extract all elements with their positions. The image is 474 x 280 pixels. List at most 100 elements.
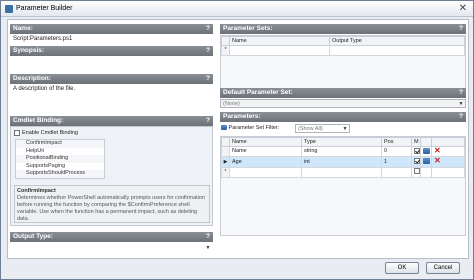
window-title: Parameter Builder bbox=[16, 5, 73, 12]
parameter-pos-cell[interactable]: 1 bbox=[381, 156, 412, 168]
name-help-icon[interactable]: ? bbox=[206, 24, 210, 34]
column-header-output-type[interactable]: Output Type bbox=[329, 36, 465, 46]
mandatory-checkbox[interactable] bbox=[414, 168, 420, 175]
parameter-sets-help-icon[interactable]: ? bbox=[459, 24, 463, 34]
column-header-type[interactable]: Type bbox=[301, 137, 382, 147]
checkbox-box[interactable] bbox=[14, 129, 20, 136]
parameter-set-filter-value: (Show All) bbox=[298, 126, 323, 132]
parameters-grid: Name Type Pos M Name string 0 ✕ ▶ Age in… bbox=[220, 136, 466, 236]
enable-cmdlet-binding-checkbox[interactable]: Enable Cmdlet Binding bbox=[14, 129, 78, 137]
name-label: Name: bbox=[13, 25, 33, 32]
app-icon bbox=[5, 5, 13, 13]
mandatory-checkbox[interactable] bbox=[414, 158, 420, 165]
description-section-header: Description: ? bbox=[10, 74, 213, 84]
parameters-table: Name Type Pos M Name string 0 ✕ ▶ Age in… bbox=[221, 137, 465, 178]
parameter-sets-grid: Name Output Type * bbox=[220, 35, 466, 93]
delete-cell[interactable]: ✕ bbox=[431, 145, 465, 158]
mandatory-cell[interactable] bbox=[411, 156, 421, 168]
default-parameter-set-label: Default Parameter Set: bbox=[223, 89, 293, 96]
parameter-type-cell[interactable]: int bbox=[301, 156, 382, 168]
parameter-pos-cell[interactable]: 0 bbox=[381, 145, 412, 158]
content-area: Name: ? Script:Parameters.ps1 Synopsis: … bbox=[7, 19, 469, 259]
synopsis-help-icon[interactable]: ? bbox=[206, 46, 210, 56]
parameter-set-filter-combo[interactable]: (Show All) ▼ bbox=[295, 124, 350, 133]
edit-cell[interactable] bbox=[420, 156, 432, 168]
parameter-set-filter-label: Parameter Set Filter: bbox=[228, 125, 280, 131]
chevron-down-icon[interactable]: ▼ bbox=[205, 245, 211, 251]
parameter-sets-section-header: Parameter Sets: ? bbox=[220, 24, 466, 34]
table-row[interactable]: Name string 0 ✕ bbox=[221, 145, 465, 158]
table-header-row: Name Type Pos M bbox=[221, 137, 465, 147]
parameter-name-cell[interactable]: Age bbox=[229, 156, 302, 168]
synopsis-label: Synopsis: bbox=[13, 47, 45, 54]
list-item[interactable]: HelpUri bbox=[16, 148, 104, 156]
table-cell[interactable] bbox=[329, 45, 465, 56]
output-type-help-icon[interactable]: ? bbox=[206, 232, 210, 242]
description-field[interactable]: A description of the file. bbox=[10, 85, 213, 115]
table-cell[interactable] bbox=[229, 166, 302, 178]
attribute-description-title: ConfirmImpact bbox=[17, 188, 56, 194]
parameter-builder-window: Parameter Builder ✕ Name: ? Script:Param… bbox=[0, 0, 474, 280]
name-field[interactable]: Script:Parameters.ps1 bbox=[10, 35, 213, 44]
ok-button[interactable]: OK bbox=[385, 262, 419, 274]
column-header-pos[interactable]: Pos bbox=[381, 137, 412, 147]
table-cell[interactable] bbox=[229, 45, 330, 56]
name-section-header: Name: ? bbox=[10, 24, 213, 34]
row-marker bbox=[221, 145, 230, 158]
synopsis-section-header: Synopsis: ? bbox=[10, 46, 213, 56]
default-parameter-set-combo[interactable]: (None) ▼ bbox=[220, 99, 466, 108]
chevron-down-icon[interactable]: ▼ bbox=[458, 101, 464, 107]
row-marker: ▶ bbox=[221, 156, 230, 168]
parameters-section-header: Parameters: ? bbox=[220, 112, 466, 122]
edit-icon[interactable] bbox=[423, 158, 430, 165]
cancel-button[interactable]: Cancel bbox=[426, 262, 460, 274]
parameter-sets-table: Name Output Type * bbox=[221, 36, 465, 56]
row-header-corner bbox=[221, 36, 230, 46]
table-cell[interactable] bbox=[381, 166, 412, 178]
list-item[interactable]: PositionalBinding bbox=[16, 155, 104, 163]
column-header-name[interactable]: Name bbox=[229, 137, 302, 147]
table-cell[interactable] bbox=[301, 166, 382, 178]
cmdlet-binding-section-header: Cmdlet Binding: ? bbox=[10, 116, 213, 126]
description-help-icon[interactable]: ? bbox=[206, 74, 210, 84]
parameters-label: Parameters: bbox=[223, 113, 261, 120]
delete-icon[interactable]: ✕ bbox=[434, 147, 441, 155]
new-row-marker: * bbox=[221, 45, 230, 56]
filter-icon bbox=[221, 125, 227, 131]
cmdlet-binding-panel: Enable Cmdlet Binding ConfirmImpact Help… bbox=[10, 126, 213, 226]
column-header-name[interactable]: Name bbox=[229, 36, 330, 46]
table-cell bbox=[420, 166, 432, 178]
mandatory-cell[interactable] bbox=[411, 145, 421, 158]
table-row[interactable]: ▶ Age int 1 ✕ bbox=[221, 156, 465, 168]
close-icon[interactable]: ✕ bbox=[459, 3, 467, 15]
output-type-section-header: Output Type: ? bbox=[10, 232, 213, 242]
list-item[interactable]: SupportsShouldProcess bbox=[16, 170, 104, 178]
new-row: * bbox=[221, 45, 465, 56]
table-cell bbox=[431, 166, 465, 178]
attribute-description-text: Determines whether PowerShell automatica… bbox=[17, 195, 205, 222]
output-type-combo[interactable]: ▼ bbox=[10, 243, 213, 252]
new-row[interactable]: * bbox=[221, 166, 465, 178]
enable-cmdlet-binding-label: Enable Cmdlet Binding bbox=[22, 130, 78, 136]
mandatory-checkbox[interactable] bbox=[414, 147, 420, 154]
default-parameter-set-value: (None) bbox=[223, 101, 240, 107]
synopsis-field[interactable] bbox=[10, 57, 213, 71]
mandatory-cell[interactable] bbox=[411, 166, 421, 178]
row-header-corner bbox=[221, 137, 230, 147]
list-item[interactable]: ConfirmImpact bbox=[16, 140, 104, 148]
attribute-description-box: ConfirmImpact Determines whether PowerSh… bbox=[14, 185, 210, 223]
column-header-mandatory[interactable]: M bbox=[411, 137, 421, 147]
parameters-help-icon[interactable]: ? bbox=[459, 112, 463, 122]
delete-icon[interactable]: ✕ bbox=[434, 157, 441, 165]
chevron-down-icon[interactable]: ▼ bbox=[342, 126, 348, 132]
default-parameter-set-help-icon[interactable]: ? bbox=[459, 88, 463, 98]
binding-attribute-list: ConfirmImpact HelpUri PositionalBinding … bbox=[15, 139, 105, 179]
delete-cell[interactable]: ✕ bbox=[431, 156, 465, 168]
parameter-type-cell[interactable]: string bbox=[301, 145, 382, 158]
list-item[interactable]: SupportsPaging bbox=[16, 163, 104, 171]
table-header-row: Name Output Type bbox=[221, 36, 465, 46]
parameter-name-cell[interactable]: Name bbox=[229, 145, 302, 158]
edit-icon[interactable] bbox=[423, 147, 430, 154]
edit-cell[interactable] bbox=[420, 145, 432, 158]
cmdlet-binding-help-icon[interactable]: ? bbox=[206, 116, 210, 126]
